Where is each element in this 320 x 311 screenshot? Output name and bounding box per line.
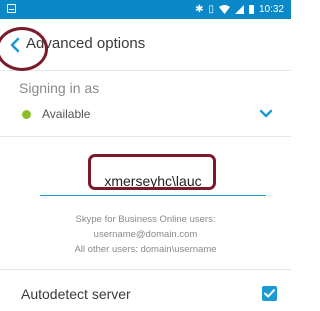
username-input[interactable]: [40, 166, 266, 196]
app-notification-icon: [7, 4, 16, 13]
section-divider: [0, 136, 291, 137]
signing-in-label: Signing in as: [19, 80, 100, 96]
bluetooth-icon: ✱: [195, 3, 204, 15]
hint-line-2: username@domain.com: [93, 229, 198, 240]
chevron-left-icon: [10, 37, 20, 53]
page-title: Advanced options: [26, 35, 146, 52]
status-icons: ✱ ▯ 10:32: [195, 1, 284, 18]
header: Advanced options: [0, 19, 291, 71]
back-button[interactable]: [8, 34, 22, 56]
chevron-down-icon[interactable]: [259, 107, 273, 121]
presence-dropdown[interactable]: Available: [0, 103, 291, 127]
presence-status-dot: [22, 110, 31, 119]
checkmark-icon: [264, 289, 275, 298]
status-bar: ✱ ▯ 10:32: [0, 0, 291, 19]
vibrate-icon: ▯: [208, 3, 214, 15]
battery-icon: [248, 5, 254, 14]
wifi-icon: [218, 1, 230, 19]
status-time: 10:32: [258, 4, 284, 15]
signal-icon: [234, 1, 244, 19]
autodetect-server-label: Autodetect server: [21, 286, 131, 302]
hint-line-3: All other users: domain\username: [74, 244, 217, 255]
hint-line-1: Skype for Business Online users:: [75, 214, 216, 225]
autodetect-server-checkbox[interactable]: [262, 286, 277, 301]
presence-status-label: Available: [42, 107, 91, 121]
section-divider: [0, 269, 291, 270]
